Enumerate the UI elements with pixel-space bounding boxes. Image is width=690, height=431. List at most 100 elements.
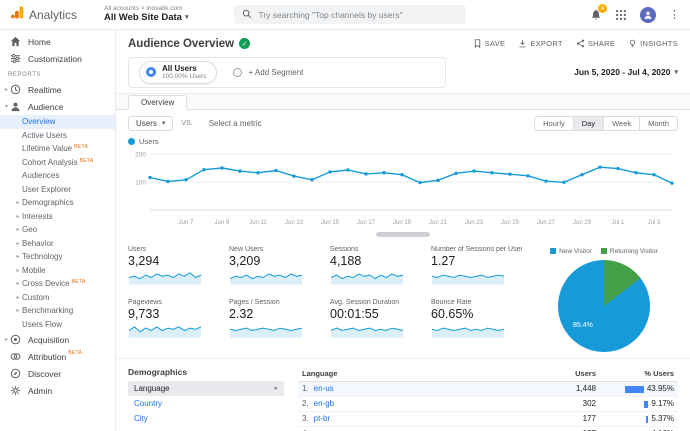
more-options-button[interactable]: ⋮ bbox=[669, 8, 680, 21]
svg-text:Jun 11: Jun 11 bbox=[249, 220, 267, 226]
sidebar-item-admin[interactable]: Admin bbox=[0, 382, 115, 399]
insights-icon bbox=[628, 39, 637, 48]
sidebar-item-lifetime-value[interactable]: Lifetime ValueBETA bbox=[0, 142, 115, 156]
language-link[interactable]: en-gb bbox=[314, 399, 334, 408]
granularity-month[interactable]: Month bbox=[639, 117, 677, 130]
sidebar-item-discover[interactable]: Discover bbox=[0, 365, 115, 382]
users-value: 302 bbox=[583, 399, 596, 408]
search-bar[interactable] bbox=[234, 5, 466, 24]
sidebar-item-overview[interactable]: Overview bbox=[0, 115, 115, 129]
overview-body: Users3,294New Users3,209Sessions4,188Num… bbox=[116, 240, 690, 358]
metric-sessions[interactable]: Sessions4,188 bbox=[330, 246, 421, 290]
segment-panel: All Users 100.00% Users + Add Segment bbox=[128, 57, 446, 88]
metric-new-users[interactable]: New Users3,209 bbox=[229, 246, 320, 290]
column-header-users[interactable]: % Users bbox=[600, 366, 678, 382]
avatar[interactable] bbox=[640, 7, 656, 23]
sidebar-item-acquisition[interactable]: ▸Acquisition bbox=[0, 331, 115, 348]
chevron-down-icon: ▾ bbox=[162, 119, 166, 127]
language-link[interactable]: pt-br bbox=[314, 414, 330, 423]
metric-number-of-sessions-per-user[interactable]: Number of Sessions per User1.27 bbox=[431, 246, 522, 290]
beta-badge: BETA bbox=[80, 158, 94, 164]
breakdown-section: Demographics Language▸CountryCity System… bbox=[116, 358, 690, 431]
notifications-button[interactable]: 4 bbox=[590, 8, 602, 21]
metric-pages-session[interactable]: Pages / Session2.32 bbox=[229, 299, 320, 343]
tab-strip: Overview bbox=[116, 94, 690, 110]
table-row[interactable]: 1.en-us1,44843.95% bbox=[298, 381, 678, 396]
chevron-right-icon: ▸ bbox=[14, 294, 22, 301]
chevron-right-icon: ▸ bbox=[14, 267, 22, 274]
sidebar-item-cross-device[interactable]: ▸Cross DeviceBETA bbox=[0, 277, 115, 291]
granularity-day[interactable]: Day bbox=[573, 117, 603, 130]
dimension-country[interactable]: Country bbox=[128, 396, 284, 411]
sidebar-item-label: Overview bbox=[22, 117, 55, 126]
sidebar-item-label: Custom bbox=[22, 293, 50, 302]
language-link[interactable]: en-us bbox=[314, 384, 334, 393]
chart-controls: Users ▾ VS. Select a metric HourlyDayWee… bbox=[116, 110, 690, 133]
sidebar-item-behavior[interactable]: ▸Behavior bbox=[0, 237, 115, 251]
dimension-panel: Demographics Language▸CountryCity System… bbox=[128, 366, 284, 431]
sidebar-item-mobile[interactable]: ▸Mobile bbox=[0, 264, 115, 278]
metric-select[interactable]: Users ▾ bbox=[128, 116, 173, 131]
metric-users[interactable]: Users3,294 bbox=[128, 246, 219, 290]
action-label: INSIGHTS bbox=[640, 39, 678, 48]
granularity-week[interactable]: Week bbox=[603, 117, 639, 130]
metric-bounce-rate[interactable]: Bounce Rate60.65% bbox=[431, 299, 522, 343]
sparkline-chart bbox=[330, 322, 404, 338]
sidebar-item-users-flow[interactable]: Users Flow bbox=[0, 318, 115, 332]
sidebar-item-label: Demographics bbox=[22, 198, 74, 207]
table-row[interactable]: 4.es-es1374.16% bbox=[298, 426, 678, 431]
chevron-right-icon: ▸ bbox=[14, 307, 22, 314]
action-insights[interactable]: INSIGHTS bbox=[628, 39, 678, 48]
column-header-language[interactable]: Language bbox=[298, 366, 538, 382]
metric-label: Pageviews bbox=[128, 299, 219, 306]
vs-label: VS. bbox=[181, 120, 192, 127]
sidebar-item-geo[interactable]: ▸Geo bbox=[0, 223, 115, 237]
metric-pageviews[interactable]: Pageviews9,733 bbox=[128, 299, 219, 343]
sidebar-item-audiences[interactable]: Audiences bbox=[0, 169, 115, 183]
sidebar-item-active-users[interactable]: Active Users bbox=[0, 129, 115, 143]
chart-scrollbar[interactable] bbox=[376, 232, 430, 237]
date-range-selector[interactable]: Jun 5, 2020 - Jul 4, 2020 ▾ bbox=[574, 67, 678, 77]
metric-value: 2.32 bbox=[229, 307, 320, 321]
users-line-chart[interactable]: 100200Jun 7Jun 9Jun 11Jun 13Jun 15Jun 17… bbox=[128, 146, 676, 232]
column-header-users[interactable]: Users bbox=[538, 366, 600, 382]
add-segment-button[interactable]: + Add Segment bbox=[233, 68, 303, 77]
svg-text:200: 200 bbox=[135, 151, 146, 158]
compare-metric-select[interactable]: Select a metric bbox=[201, 116, 270, 131]
sidebar-item-label: Mobile bbox=[22, 266, 46, 275]
sidebar-item-demographics[interactable]: ▸Demographics bbox=[0, 196, 115, 210]
account-switcher[interactable]: All accounts > inovatik.com All Web Site… bbox=[104, 5, 188, 23]
percent-cell: 4.16% bbox=[600, 426, 678, 431]
sidebar-item-user-explorer[interactable]: User Explorer bbox=[0, 183, 115, 197]
table-row[interactable]: 3.pt-br1775.37% bbox=[298, 411, 678, 426]
action-save[interactable]: SAVE bbox=[473, 39, 506, 48]
action-share[interactable]: SHARE bbox=[576, 39, 615, 48]
visitors-pie-chart[interactable]: 85.4% bbox=[558, 260, 650, 352]
legend-label: Users bbox=[139, 137, 159, 146]
sidebar-item-cohort-analysis[interactable]: Cohort AnalysisBETA bbox=[0, 156, 115, 170]
action-export[interactable]: EXPORT bbox=[518, 39, 563, 48]
search-input[interactable] bbox=[258, 10, 458, 20]
sidebar-item-customization[interactable]: Customization bbox=[0, 50, 115, 67]
table-row[interactable]: 2.en-gb3029.17% bbox=[298, 396, 678, 411]
sidebar-item-realtime[interactable]: ▸Realtime bbox=[0, 81, 115, 98]
sidebar-item-custom[interactable]: ▸Custom bbox=[0, 291, 115, 305]
percent-cell: 43.95% bbox=[600, 381, 678, 396]
legend-label: Returning Visitor bbox=[610, 248, 658, 255]
sidebar-item-home[interactable]: Home bbox=[0, 33, 115, 50]
sidebar-item-technology[interactable]: ▸Technology bbox=[0, 250, 115, 264]
dimension-city[interactable]: City bbox=[128, 411, 284, 426]
apps-grid-button[interactable] bbox=[615, 9, 627, 21]
users-cell: 177 bbox=[538, 411, 600, 426]
sidebar-item-audience[interactable]: ▾Audience bbox=[0, 98, 115, 115]
dimension-language[interactable]: Language▸ bbox=[128, 381, 284, 396]
metric-avg-session-duration[interactable]: Avg. Session Duration00:01:55 bbox=[330, 299, 421, 343]
tab-overview[interactable]: Overview bbox=[128, 95, 187, 110]
sidebar-item-interests[interactable]: ▸Interests bbox=[0, 210, 115, 224]
sidebar-item-benchmarking[interactable]: ▸Benchmarking bbox=[0, 304, 115, 318]
sidebar-item-attribution[interactable]: AttributionBETA bbox=[0, 348, 115, 365]
granularity-hourly[interactable]: Hourly bbox=[535, 117, 573, 130]
segment-all-users[interactable]: All Users 100.00% Users bbox=[139, 61, 217, 84]
brand[interactable]: Analytics bbox=[10, 5, 100, 25]
language-cell: 1.en-us bbox=[298, 381, 538, 396]
